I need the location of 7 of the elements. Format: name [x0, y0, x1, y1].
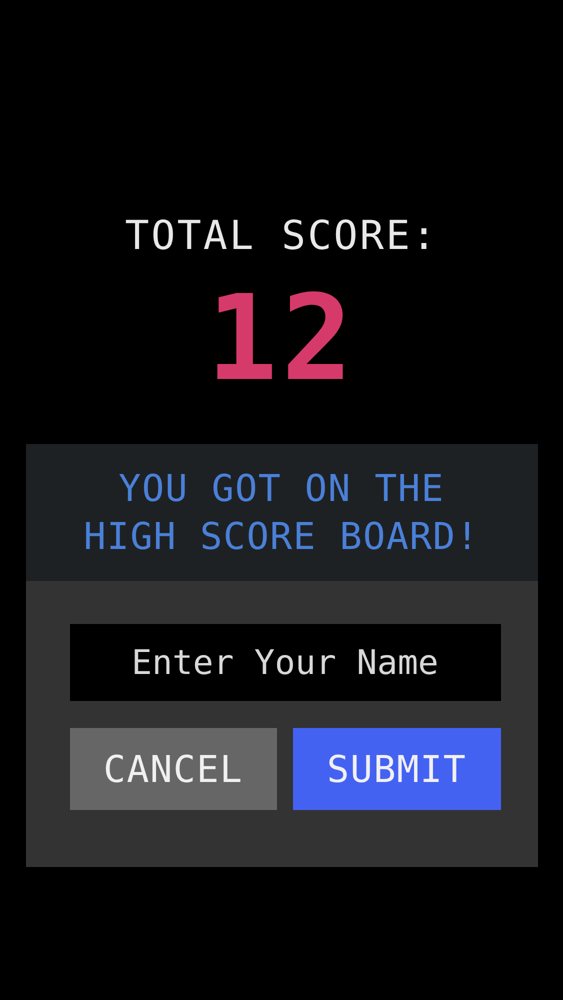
score-label: TOTAL SCORE:	[125, 212, 438, 260]
cancel-button[interactable]: CANCEL	[70, 728, 277, 810]
name-input-field[interactable]: Enter Your Name	[70, 624, 500, 701]
dialog-title: HIGH SCORE BOARD!	[84, 514, 480, 560]
score-value: 12	[206, 278, 357, 398]
dialog-title: YOU GOT ON THE	[118, 466, 444, 512]
submit-button[interactable]: SUBMIT	[293, 728, 500, 810]
